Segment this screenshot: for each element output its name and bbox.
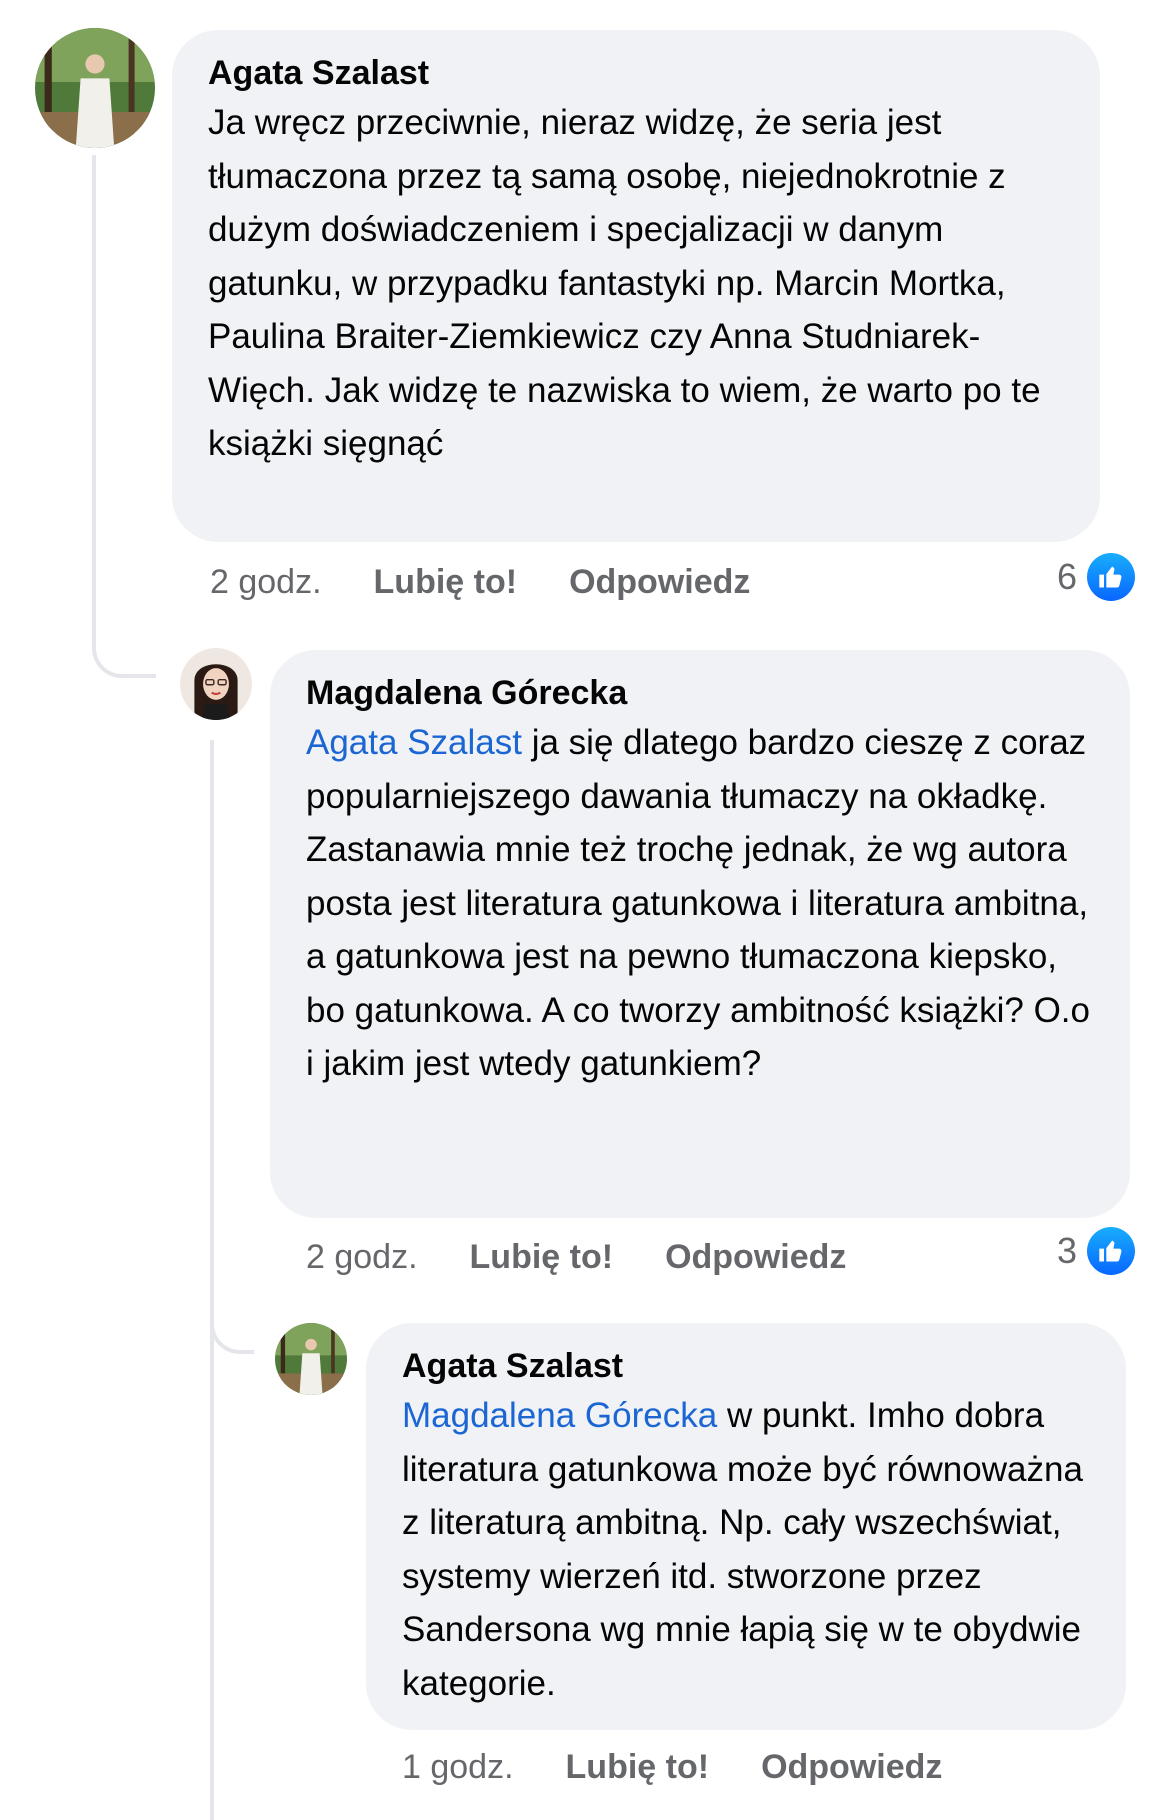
avatar-agata[interactable] <box>35 28 155 148</box>
like-icon <box>1087 1227 1136 1275</box>
avatar-agata-photo <box>35 28 155 148</box>
comment-body: w punkt. Imho dobra literatura gatunkowa… <box>402 1396 1083 1703</box>
like-button[interactable]: Lubię to! <box>566 1745 710 1789</box>
comment-timestamp[interactable]: 2 godz. <box>210 560 322 604</box>
like-icon <box>1087 553 1136 601</box>
mention-link[interactable]: Magdalena Górecka <box>402 1396 717 1435</box>
comment-bubble-1: Agata Szalast Ja wręcz przeciwnie, niera… <box>172 30 1100 542</box>
reply-button[interactable]: Odpowiedz <box>665 1235 846 1279</box>
mention-link[interactable]: Agata Szalast <box>306 723 522 762</box>
comment-text: Magdalena Górecka w punkt. Imho dobra li… <box>402 1389 1090 1710</box>
comment-actions-3: 1 godz. Lubię to! Odpowiedz <box>402 1745 994 1789</box>
reaction-summary-1[interactable]: 6 <box>1057 553 1136 601</box>
like-button[interactable]: Lubię to! <box>470 1235 614 1279</box>
avatar-magdalena-photo <box>180 648 252 720</box>
comment-timestamp[interactable]: 1 godz. <box>402 1745 514 1789</box>
thread-curve-reply-1 <box>92 600 156 678</box>
avatar-agata-small[interactable] <box>275 1323 347 1395</box>
thread-line-main <box>92 155 96 645</box>
like-button[interactable]: Lubię to! <box>374 560 518 604</box>
comment-bubble-3: Agata Szalast Magdalena Górecka w punkt.… <box>366 1323 1126 1730</box>
reaction-summary-2[interactable]: 3 <box>1057 1227 1136 1275</box>
comment-actions-2: 2 godz. Lubię to! Odpowiedz <box>306 1235 898 1279</box>
comment-timestamp[interactable]: 2 godz. <box>306 1235 418 1279</box>
reaction-count: 3 <box>1057 1230 1078 1271</box>
comment-body: ja się dlatego bardzo cieszę z coraz pop… <box>306 723 1090 1083</box>
reply-button[interactable]: Odpowiedz <box>761 1745 942 1789</box>
avatar-magdalena[interactable] <box>180 648 252 720</box>
comment-bubble-2: Magdalena Górecka Agata Szalast ja się d… <box>270 650 1130 1218</box>
comment-body: Ja wręcz przeciwnie, nieraz widzę, że se… <box>208 103 1041 463</box>
thread-curve-reply-2 <box>210 1280 254 1354</box>
comment-actions-1: 2 godz. Lubię to! Odpowiedz <box>210 560 802 604</box>
reaction-count: 6 <box>1057 556 1078 597</box>
reply-button[interactable]: Odpowiedz <box>569 560 750 604</box>
comment-author[interactable]: Magdalena Górecka <box>306 672 1094 714</box>
avatar-agata-photo <box>275 1323 347 1395</box>
comment-text: Agata Szalast ja się dlatego bardzo cies… <box>306 716 1094 1091</box>
comment-text: Ja wręcz przeciwnie, nieraz widzę, że se… <box>208 96 1064 471</box>
comment-author[interactable]: Agata Szalast <box>208 52 1064 94</box>
comment-author[interactable]: Agata Szalast <box>402 1345 1090 1387</box>
